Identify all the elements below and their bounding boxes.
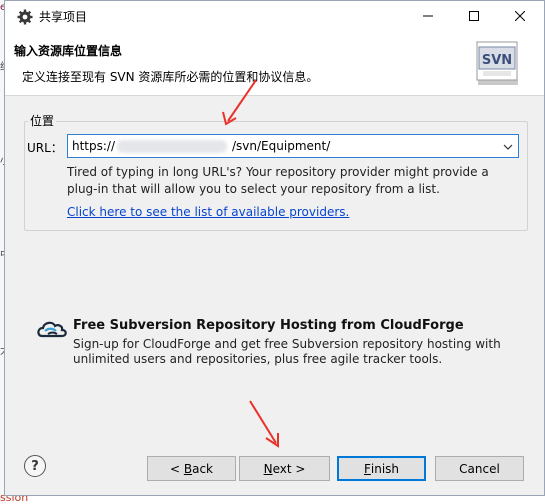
maximize-icon xyxy=(469,10,479,24)
gear-icon xyxy=(17,9,33,25)
url-dropdown-button[interactable] xyxy=(499,136,517,156)
providers-link[interactable]: Click here to see the list of available … xyxy=(67,205,349,219)
help-icon: ? xyxy=(31,458,39,474)
svn-logo: SVN xyxy=(475,40,521,88)
next-button[interactable]: Next > xyxy=(239,456,330,481)
location-group-label: 位置 xyxy=(28,112,57,129)
title-bar: 共享项目 xyxy=(5,1,544,32)
url-help-text: Tired of typing in long URL's? Your repo… xyxy=(67,165,489,196)
help-button[interactable]: ? xyxy=(24,455,46,477)
svn-logo-text: SVN xyxy=(482,53,512,68)
chevron-down-icon xyxy=(503,139,513,153)
page-title: 输入资源库位置信息 xyxy=(14,44,123,58)
back-button[interactable]: < Back xyxy=(147,456,236,481)
close-icon xyxy=(514,10,526,24)
next-label-mnemonic: N xyxy=(263,461,273,476)
minimize-button[interactable] xyxy=(405,1,451,32)
url-input[interactable]: https:///svn/Equipment/ xyxy=(67,134,519,158)
next-label-rest: ext > xyxy=(272,461,306,476)
window-title: 共享项目 xyxy=(39,10,88,24)
cancel-label: Cancel xyxy=(459,461,500,476)
page-description: 定义连接至现有 SVN 资源库所必需的位置和协议信息。 xyxy=(22,70,319,84)
back-label-rest: ack xyxy=(192,461,213,476)
cancel-button[interactable]: Cancel xyxy=(435,456,524,481)
maximize-button[interactable] xyxy=(451,1,497,32)
back-label-prefix: < xyxy=(169,461,184,476)
finish-label-rest: inish xyxy=(370,461,400,476)
wizard-banner: 输入资源库位置信息 定义连接至现有 SVN 资源库所必需的位置和协议信息。 SV… xyxy=(5,32,544,96)
close-button[interactable] xyxy=(497,1,543,32)
redacted-host xyxy=(117,140,227,153)
finish-label-mnemonic: F xyxy=(363,461,371,476)
back-label-mnemonic: B xyxy=(183,461,193,476)
cloudforge-description: Sign-up for CloudForge and get free Subv… xyxy=(73,337,501,366)
finish-button[interactable]: Finish xyxy=(337,456,426,481)
share-project-dialog: 共享项目 输入资源库位置信息 定义连接至现有 SVN 资源库所必需的位置和协议信… xyxy=(4,0,545,496)
cloudforge-title: Free Subversion Repository Hosting from … xyxy=(73,318,464,333)
cloudforge-icon xyxy=(36,317,70,341)
url-label: URL： xyxy=(27,141,63,155)
minimize-icon xyxy=(423,10,433,24)
